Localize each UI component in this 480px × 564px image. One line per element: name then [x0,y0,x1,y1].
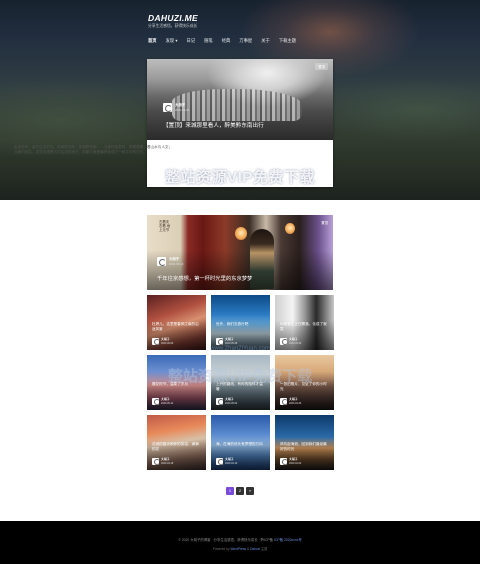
avatar[interactable] [280,457,288,465]
post-date: 2020-06-06 [161,342,174,345]
site-logo[interactable]: DAHUZI.ME 分享生活感悟，获得快乐成长 [148,13,198,29]
page-1-button[interactable]: 1 [226,487,234,495]
author-name[interactable]: 大胡子 [161,337,173,341]
post-tile[interactable]: 杜婷儿，这里是春风江南的沿途风景 大胡子 2020-06-06 [147,295,206,350]
post-author: 大胡子 2020-04-02 [280,457,301,465]
next-page-button[interactable]: » [246,487,254,495]
credits-separator: & [247,547,250,551]
avatar[interactable] [216,397,224,405]
nav-item-download-theme[interactable]: 下载主题 [279,38,296,44]
post-title[interactable]: 花城的春天和你的笑容，满满的花 [152,442,202,451]
site-footer: © 2020 大胡子的博客 · 分享生活感悟，获得快乐成长 · 黔ICP备 IC… [0,521,480,564]
post-date: 2020-05-28 [225,342,238,345]
highlight-post-title[interactable]: 千年往京感想，第一杯时光里的东京梦梦 [157,274,252,282]
avatar[interactable] [163,102,172,112]
post-date: 2020-04-10 [225,462,238,465]
post-author: 大胡子 2020-04-26 [280,397,301,405]
featured-post-excerpt: 走走停停，留于过往时光。时间的列车，来到黔东南……当我们出发时，带着憧憬，看山水… [14,145,173,154]
post-author: 大胡子 2020-05-28 [216,337,237,345]
featured-post-title[interactable]: 【置顶】来城那里看人，醉美黔东南出行 [163,121,264,129]
post-date: 2020-05-20 [289,342,302,345]
calligraphy-text: 左看天 右看 地 上元节 [159,220,171,233]
powered-by-label: Powered by [212,547,230,551]
page: DAHUZI.ME 分享生活感悟，获得快乐成长 首页 发现 ▾ 日记 随笔 经典… [0,0,480,564]
post-title[interactable]: 海，在海的尽头有梦想的方向 [216,442,266,447]
nav-item-wanshiwu[interactable]: 万事屋 [239,38,252,44]
footer-credits: Powered by WordPress & Dahuzi 主题 [0,546,480,551]
nav-item-diary[interactable]: 日记 [187,38,196,44]
wordpress-link[interactable]: WordPress [230,547,246,551]
nav-item-home[interactable]: 首页 [148,38,157,44]
avatar[interactable] [280,397,288,405]
post-tile[interactable]: 你看雪花正在飘落，化成了寂寞 大胡子 2020-05-20 [275,295,334,350]
watermark-text: 整站资源VIP免费下载 [167,368,313,385]
author-name[interactable]: 大胡子 [289,457,301,461]
lantern-icon [235,227,247,240]
featured-post-author: 大胡子 2020-08-06 [163,102,189,112]
author-name[interactable]: 大胡子 [169,256,183,261]
nav-item-essays[interactable]: 随笔 [204,38,213,44]
featured-post-image[interactable]: 置顶 大胡子 2020-08-06 【置顶】来城那里看人，醉美黔东南出行 [147,59,333,140]
avatar[interactable] [216,457,224,465]
post-date: 2020-05-12 [161,402,174,405]
village-illustration [172,89,302,121]
post-title[interactable]: 杜婷儿，这里是春风江南的沿途风景 [152,322,202,331]
footer-copyright: © 2020 大胡子的博客 · 分享生活感悟，获得快乐成长 · 黔ICP备 IC… [0,537,480,542]
post-date: 2020-04-26 [289,402,302,405]
watermark-url: www.ZhanZiYuan.com [210,346,270,352]
author-name[interactable]: 大胡子 [225,337,237,341]
author-name[interactable]: 大胡子 [161,397,173,401]
post-title[interactable]: 风吹起海浪，回到我们曾经最好的时光 [280,442,330,451]
post-tile[interactable]: 世外，我们去旅行吧 大胡子 2020-05-28 [211,295,270,350]
sticky-badge: 置顶 [315,63,328,70]
post-tile[interactable]: 花城的春天和你的笑容，满满的花 大胡子 2020-04-18 [147,415,206,470]
site-title[interactable]: DAHUZI.ME [148,13,198,23]
author-name[interactable]: 大胡子 [225,457,237,461]
site-subtitle: 分享生活感悟，获得快乐成长 [148,24,198,28]
icp-link[interactable]: ICP备 2020xxxx号 [274,538,302,542]
post-title[interactable]: 你看雪花正在飘落，化成了寂寞 [280,322,330,331]
author-name[interactable]: 大胡子 [289,337,301,341]
person-figure [250,229,274,289]
post-author: 大胡子 2020-04-10 [216,457,237,465]
highlight-post-card[interactable]: 左看天 右看 地 上元节 置顶 大胡子 2020-06-10 千年往京感想，第一… [147,215,333,290]
main-nav: 首页 发现 ▾ 日记 随笔 经典 万事屋 关于 下载主题 [148,38,296,44]
post-date: 2020-04-18 [161,462,174,465]
theme-label: 主题 [260,547,268,551]
post-title[interactable]: 世外，我们去旅行吧 [216,322,266,327]
sticky-badge: 置顶 [321,221,328,225]
pagination: 1 2 » [226,487,254,495]
highlight-post-author: 大胡子 2020-06-10 [157,256,183,266]
post-author: 大胡子 2020-05-02 [216,397,237,405]
avatar[interactable] [280,337,288,345]
post-date: 2020-06-10 [169,262,184,266]
copyright-text: © 2020 大胡子的博客 · 分享生活感悟，获得快乐成长 · 黔ICP备 [178,538,274,542]
post-tile[interactable]: 海，在海的尽头有梦想的方向 大胡子 2020-04-10 [211,415,270,470]
post-author: 大胡子 2020-04-18 [152,457,173,465]
author-name[interactable]: 大胡子 [161,457,173,461]
avatar[interactable] [216,337,224,345]
nav-item-discover[interactable]: 发现 ▾ [166,38,178,44]
post-date: 2020-04-02 [289,462,302,465]
post-date: 2020-05-02 [225,402,238,405]
avatar[interactable] [152,457,160,465]
author-name[interactable]: 大胡子 [289,397,301,401]
avatar[interactable] [157,256,166,266]
nav-item-about[interactable]: 关于 [261,38,270,44]
author-name[interactable]: 大胡子 [225,397,237,401]
avatar[interactable] [152,397,160,405]
theme-link[interactable]: Dahuzi [250,547,260,551]
post-author: 大胡子 2020-05-20 [280,337,301,345]
watermark-text: 整站资源VIP免费下载 [165,169,315,186]
lantern-icon [285,223,295,234]
page-2-button[interactable]: 2 [236,487,244,495]
post-author: 大胡子 2020-06-06 [152,337,173,345]
post-author: 大胡子 2020-05-12 [152,397,173,405]
nav-item-classics[interactable]: 经典 [222,38,231,44]
author-name[interactable]: 大胡子 [175,102,189,107]
post-date: 2020-08-06 [175,108,190,112]
post-tile[interactable]: 风吹起海浪，回到我们曾经最好的时光 大胡子 2020-04-02 [275,415,334,470]
avatar[interactable] [152,337,160,345]
